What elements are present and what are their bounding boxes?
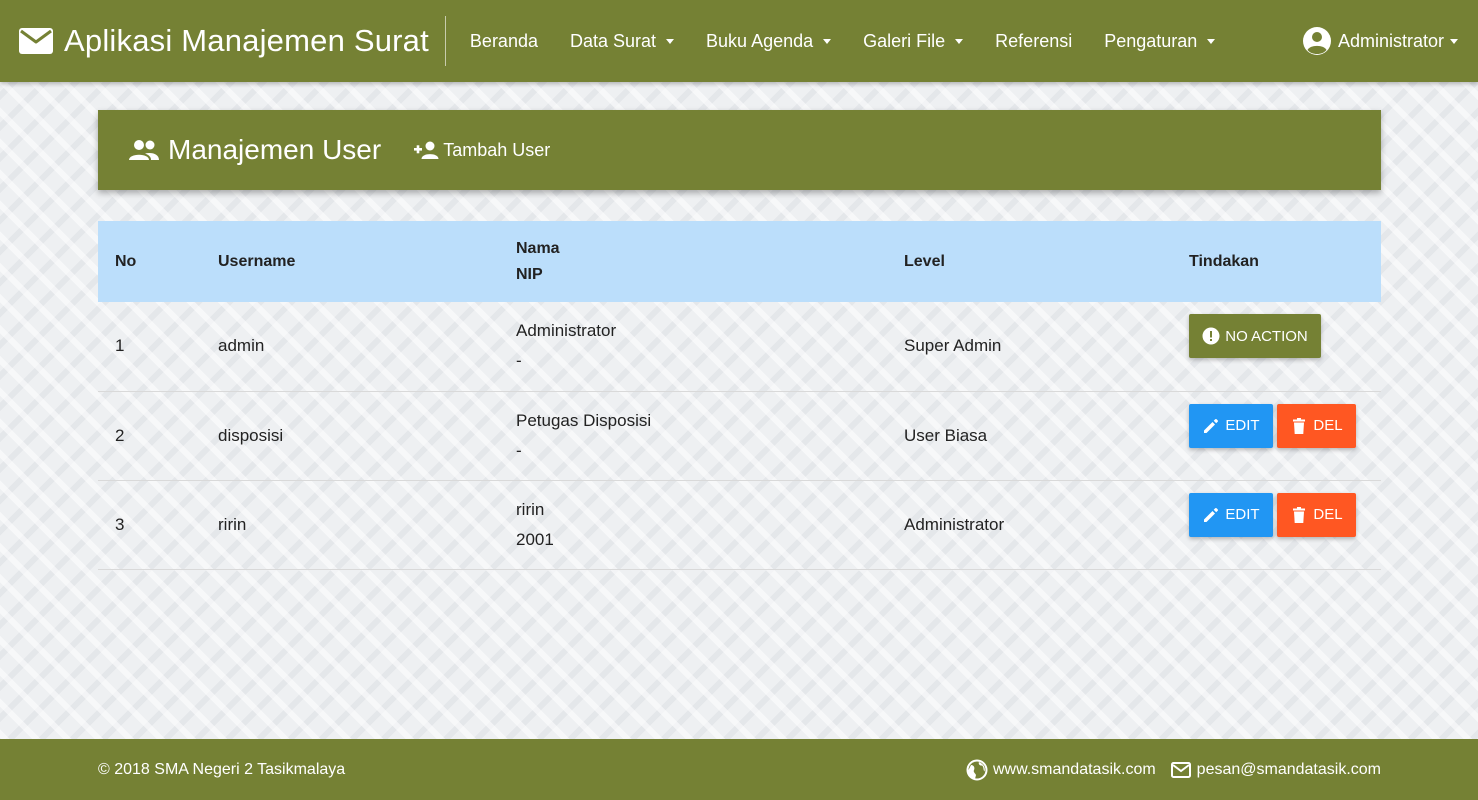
cell-username: disposisi — [218, 425, 284, 445]
header-nama: Nama — [516, 239, 560, 257]
table-row: 1 admin Administrator - Super Admin NO A… — [98, 302, 1381, 391]
cell-nama-nip: Administrator - — [516, 302, 904, 391]
account-circle-icon — [1302, 27, 1331, 55]
alert-circle-icon — [1202, 327, 1220, 345]
website-link[interactable]: www.smandatasik.com — [966, 759, 1156, 781]
header-nip: NIP — [516, 265, 543, 283]
page-header: Manajemen User Tambah User — [98, 110, 1381, 190]
user-menu[interactable]: Administrator — [1302, 0, 1458, 82]
delete-label: DEL — [1313, 417, 1343, 434]
cell-no: 1 — [115, 336, 125, 356]
header-username: Username — [218, 252, 296, 270]
footer: © 2018 SMA Negeri 2 Tasikmalaya www.sman… — [0, 739, 1478, 800]
email-link[interactable]: pesan@smandatasik.com — [1170, 759, 1381, 781]
add-user-label: Tambah User — [443, 139, 551, 160]
cell-nama-nip: ririn 2001 — [516, 480, 904, 569]
cell-nip: 2001 — [516, 529, 554, 549]
header-level: Level — [904, 252, 945, 270]
nav-menu: Beranda Data Surat Buku Agenda Galeri Fi… — [454, 0, 1231, 82]
edit-button[interactable]: EDIT — [1189, 403, 1273, 448]
user-table: No Username Nama NIP Level Tindakan 1 ad… — [98, 221, 1381, 570]
cell-nama: Administrator — [516, 321, 617, 341]
caret-down-icon — [1207, 38, 1216, 44]
copyright-text: © 2018 SMA Negeri 2 Tasikmalaya — [98, 760, 346, 778]
header-tindakan: Tindakan — [1189, 252, 1259, 270]
brand[interactable]: Aplikasi Manajemen Surat — [0, 0, 429, 82]
website-label: www.smandatasik.com — [992, 760, 1156, 778]
no-action-label: NO ACTION — [1225, 327, 1308, 345]
delete-button[interactable]: DEL — [1277, 492, 1356, 537]
cell-nama-nip: Petugas Disposisi - — [516, 391, 904, 480]
cell-username: admin — [218, 336, 265, 356]
cell-nama: Petugas Disposisi — [516, 410, 652, 430]
mail-outline-icon — [1170, 761, 1191, 778]
nav-divider — [444, 16, 446, 66]
cell-nip: - — [516, 351, 522, 371]
pencil-icon — [1204, 507, 1219, 522]
nav-item-label: Beranda — [469, 30, 538, 51]
person-add-icon — [414, 141, 439, 159]
cell-level: User Biasa — [904, 425, 988, 445]
cell-nama: ririn — [516, 499, 545, 519]
nav-item-label: Data Surat — [569, 30, 657, 51]
page-title: Manajemen User — [168, 134, 382, 165]
cell-level: Administrator — [904, 514, 1005, 534]
table-row: 3 ririn ririn 2001 Administrator EDIT DE… — [98, 480, 1381, 569]
cell-actions: NO ACTION — [1189, 302, 1381, 391]
nav-item-data-surat[interactable]: Data Surat — [554, 0, 690, 82]
table-row: 2 disposisi Petugas Disposisi - User Bia… — [98, 391, 1381, 480]
caret-down-icon — [666, 38, 675, 44]
cell-nip: - — [516, 440, 522, 460]
nav-item-referensi[interactable]: Referensi — [979, 0, 1088, 82]
cell-no: 3 — [115, 514, 125, 534]
header-nama-nip: Nama NIP — [516, 221, 904, 302]
footer-links: www.smandatasik.com pesan@smandatasik.co… — [966, 759, 1381, 781]
caret-down-icon — [955, 38, 964, 44]
people-icon — [129, 140, 159, 160]
add-user-button[interactable]: Tambah User — [413, 140, 550, 161]
nav-item-label: Galeri File — [863, 30, 946, 51]
user-menu-label: Administrator — [1337, 30, 1444, 51]
table-header-row: No Username Nama NIP Level Tindakan — [98, 221, 1381, 302]
top-navbar: Aplikasi Manajemen Surat Beranda Data Su… — [0, 0, 1478, 82]
no-action-button[interactable]: NO ACTION — [1189, 314, 1321, 359]
nav-item-label: Pengaturan — [1104, 30, 1198, 51]
delete-label: DEL — [1313, 506, 1343, 523]
header-no: No — [115, 252, 137, 270]
cell-actions: EDIT DEL — [1189, 391, 1381, 480]
edit-button[interactable]: EDIT — [1189, 492, 1273, 537]
cell-actions: EDIT DEL — [1189, 480, 1381, 569]
trash-icon — [1293, 417, 1306, 434]
delete-button[interactable]: DEL — [1277, 403, 1356, 448]
cell-no: 2 — [115, 425, 125, 445]
caret-down-icon — [823, 38, 832, 44]
nav-item-label: Buku Agenda — [706, 30, 814, 51]
nav-item-beranda[interactable]: Beranda — [454, 0, 554, 82]
globe-icon — [966, 759, 988, 780]
edit-label: EDIT — [1225, 506, 1260, 523]
trash-icon — [1293, 506, 1306, 523]
nav-item-buku-agenda[interactable]: Buku Agenda — [690, 0, 847, 82]
nav-item-pengaturan[interactable]: Pengaturan — [1088, 0, 1231, 82]
cell-level: Super Admin — [904, 336, 1002, 356]
mail-icon — [19, 28, 53, 54]
cell-username: ririn — [218, 514, 247, 534]
email-label: pesan@smandatasik.com — [1196, 760, 1381, 778]
pencil-icon — [1204, 418, 1219, 433]
nav-item-galeri-file[interactable]: Galeri File — [847, 0, 979, 82]
app-title: Aplikasi Manajemen Surat — [64, 23, 429, 58]
edit-label: EDIT — [1225, 417, 1260, 434]
nav-item-label: Referensi — [995, 30, 1073, 51]
caret-down-icon — [1450, 38, 1458, 44]
